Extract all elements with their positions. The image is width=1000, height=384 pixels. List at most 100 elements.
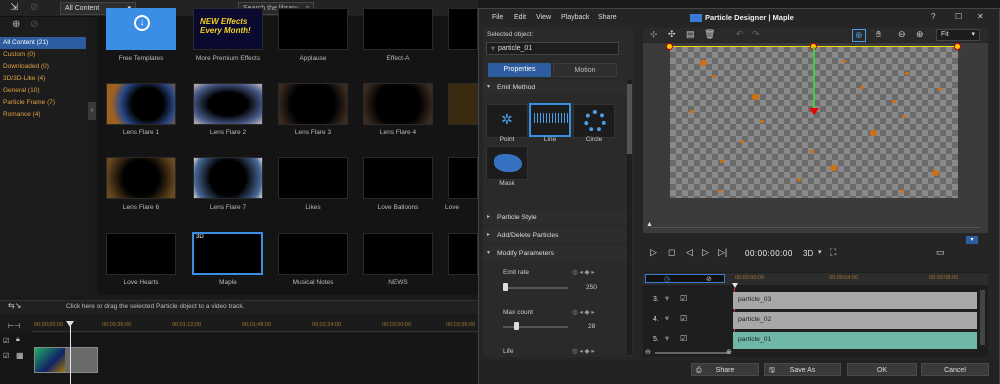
maximize-button[interactable]: ☐: [955, 12, 962, 21]
object-tool-icon[interactable]: ▤: [686, 29, 695, 40]
tile-free-templates[interactable]: ↓: [106, 8, 176, 50]
expand-panel-button[interactable]: ▾: [966, 236, 978, 244]
max-count-value[interactable]: 28: [588, 323, 595, 330]
track-clip-particle-02[interactable]: particle_02: [733, 312, 977, 329]
emit-line[interactable]: [529, 103, 571, 137]
track-checkbox[interactable]: ☑: [680, 314, 687, 323]
fullscreen-icon[interactable]: ⛶: [830, 247, 836, 258]
play-button[interactable]: ▷: [650, 247, 657, 258]
max-count-slider-knob[interactable]: [514, 322, 519, 330]
scrub-handle-icon[interactable]: ▲: [646, 221, 653, 228]
tile-lens-flare-4[interactable]: [363, 83, 433, 125]
collapse-panel-button[interactable]: ‹: [88, 102, 96, 120]
zoom-out-icon[interactable]: ⊖: [898, 29, 906, 40]
section-modify-parameters[interactable]: ▾ Modify Parameters: [483, 247, 629, 260]
zoom-dropdown[interactable]: Fit ▾: [936, 29, 980, 41]
tab-motion[interactable]: Motion: [553, 63, 617, 77]
selected-object-field[interactable]: ⩔ particle_01: [486, 42, 619, 55]
stop-button[interactable]: ◻: [668, 247, 675, 258]
tile-more-premium-effects[interactable]: NEW Effects Every Month!: [193, 8, 263, 50]
playhead-handle[interactable]: [66, 321, 74, 327]
save-as-button[interactable]: 🖫︎ Save As: [764, 363, 841, 376]
max-count-slider[interactable]: [503, 326, 568, 328]
section-emit-method[interactable]: ▾ Emit Method: [483, 81, 629, 94]
tile-likes[interactable]: [278, 157, 348, 199]
zoom-in-icon[interactable]: ⊕: [916, 29, 924, 40]
tile-partial[interactable]: [448, 157, 478, 199]
emit-mask[interactable]: [486, 146, 528, 180]
section-particle-style[interactable]: ▸ Particle Style: [483, 211, 629, 224]
tile-applause[interactable]: [278, 8, 348, 50]
emit-rate-value[interactable]: 250: [586, 284, 597, 291]
particle-edit-icon[interactable]: ✣: [668, 29, 676, 40]
zoom-in-icon[interactable]: ⊕: [726, 348, 732, 356]
delete-icon[interactable]: 🗑︎: [704, 29, 715, 40]
next-frame-button[interactable]: ▷: [702, 247, 709, 258]
ok-button[interactable]: OK: [847, 363, 917, 376]
tile-musical-notes[interactable]: [278, 233, 348, 275]
timeline-ruler[interactable]: 00;00;00;00 00;00;36;00 00;01;12;00 00;0…: [32, 320, 478, 332]
section-add-delete[interactable]: ▸ Add/Delete Particles: [483, 229, 629, 242]
track-clip-particle-03[interactable]: particle_03: [733, 292, 977, 309]
category-custom[interactable]: Custom (0): [0, 49, 86, 61]
menu-playback[interactable]: Playback: [561, 14, 589, 21]
lock-icon[interactable]: 🔒︎: [16, 336, 20, 344]
direction-line[interactable]: [813, 47, 815, 110]
share-button[interactable]: ⎙ Share: [691, 363, 759, 376]
emitter-handle[interactable]: [666, 43, 673, 50]
emitter-handle[interactable]: [954, 43, 961, 50]
preview-scrub-bar[interactable]: [650, 227, 980, 228]
cancel-button[interactable]: Cancel: [921, 363, 989, 376]
menu-edit[interactable]: Edit: [514, 14, 526, 21]
timeline-hscroll[interactable]: [655, 352, 730, 354]
emit-circle[interactable]: [573, 104, 615, 138]
tile-love-balloons[interactable]: [363, 157, 433, 199]
emit-rate-slider[interactable]: [503, 287, 568, 289]
keyframe-controls-icon[interactable]: ◎ ◂ ◆ ▸: [572, 308, 595, 316]
prev-frame-button[interactable]: ◁: [686, 247, 693, 258]
track-clip-particle-01[interactable]: particle_01: [733, 332, 977, 349]
category-3d[interactable]: 3D/3D-Like (4): [0, 73, 86, 85]
menu-file[interactable]: File: [492, 14, 503, 21]
tile-lens-flare-2[interactable]: [193, 83, 263, 125]
tile-lens-flare-1[interactable]: [106, 83, 176, 125]
move-tool-icon[interactable]: ⊕: [852, 29, 866, 42]
track-checkbox[interactable]: ☑: [680, 334, 687, 343]
keyframe-controls-icon[interactable]: ◎ ◂ ◆ ▸: [572, 268, 595, 276]
category-romance[interactable]: Romance (4): [0, 109, 86, 121]
tile-partial[interactable]: [448, 233, 478, 275]
tile-news[interactable]: [363, 233, 433, 275]
preview-window-icon[interactable]: ▭: [936, 247, 945, 258]
track-toggle[interactable]: ◷ ⊘: [645, 274, 725, 283]
category-particle-frame[interactable]: Particle Frame (7): [0, 97, 86, 109]
zoom-out-icon[interactable]: ⊖: [645, 348, 651, 356]
track-checkbox[interactable]: ☑: [680, 294, 687, 303]
tile-love-hearts[interactable]: [106, 233, 176, 275]
chevron-down-icon[interactable]: ▾: [818, 248, 822, 256]
tab-properties[interactable]: Properties: [488, 63, 551, 77]
tile-maple[interactable]: 3D: [192, 232, 263, 275]
add-emitter-icon[interactable]: ⊹: [650, 29, 658, 40]
tile-lens-flare-6[interactable]: [106, 157, 176, 199]
hand-tool-icon[interactable]: ✋︎: [876, 29, 881, 40]
track-check-icon[interactable]: ☑: [3, 352, 9, 360]
properties-scrollbar[interactable]: [627, 80, 632, 355]
keyframe-controls-icon[interactable]: ◎ ◂ ◆ ▸: [572, 347, 595, 355]
next-frame-step-button[interactable]: ▷|: [718, 247, 727, 258]
menu-view[interactable]: View: [536, 14, 551, 21]
category-all-content[interactable]: All Content (21): [0, 37, 86, 49]
menu-share[interactable]: Share: [598, 14, 617, 21]
mode-3d-toggle[interactable]: 3D: [803, 249, 813, 258]
track-fit-icon[interactable]: ⊢⊣: [8, 322, 20, 330]
timeline-playhead-marker[interactable]: [732, 283, 738, 288]
help-button[interactable]: ?: [931, 12, 935, 21]
tile-effect-a[interactable]: [363, 8, 433, 50]
tile-partial[interactable]: [448, 83, 478, 125]
playhead[interactable]: [70, 322, 71, 384]
category-downloaded[interactable]: Downloaded (0): [0, 61, 86, 73]
emit-rate-slider-knob[interactable]: [503, 283, 508, 291]
tile-lens-flare-7[interactable]: [193, 157, 263, 199]
track-tools-icon[interactable]: ⇆↘: [8, 301, 21, 310]
tile-partial[interactable]: [448, 8, 478, 50]
track-check-icon[interactable]: ☑: [3, 337, 9, 345]
